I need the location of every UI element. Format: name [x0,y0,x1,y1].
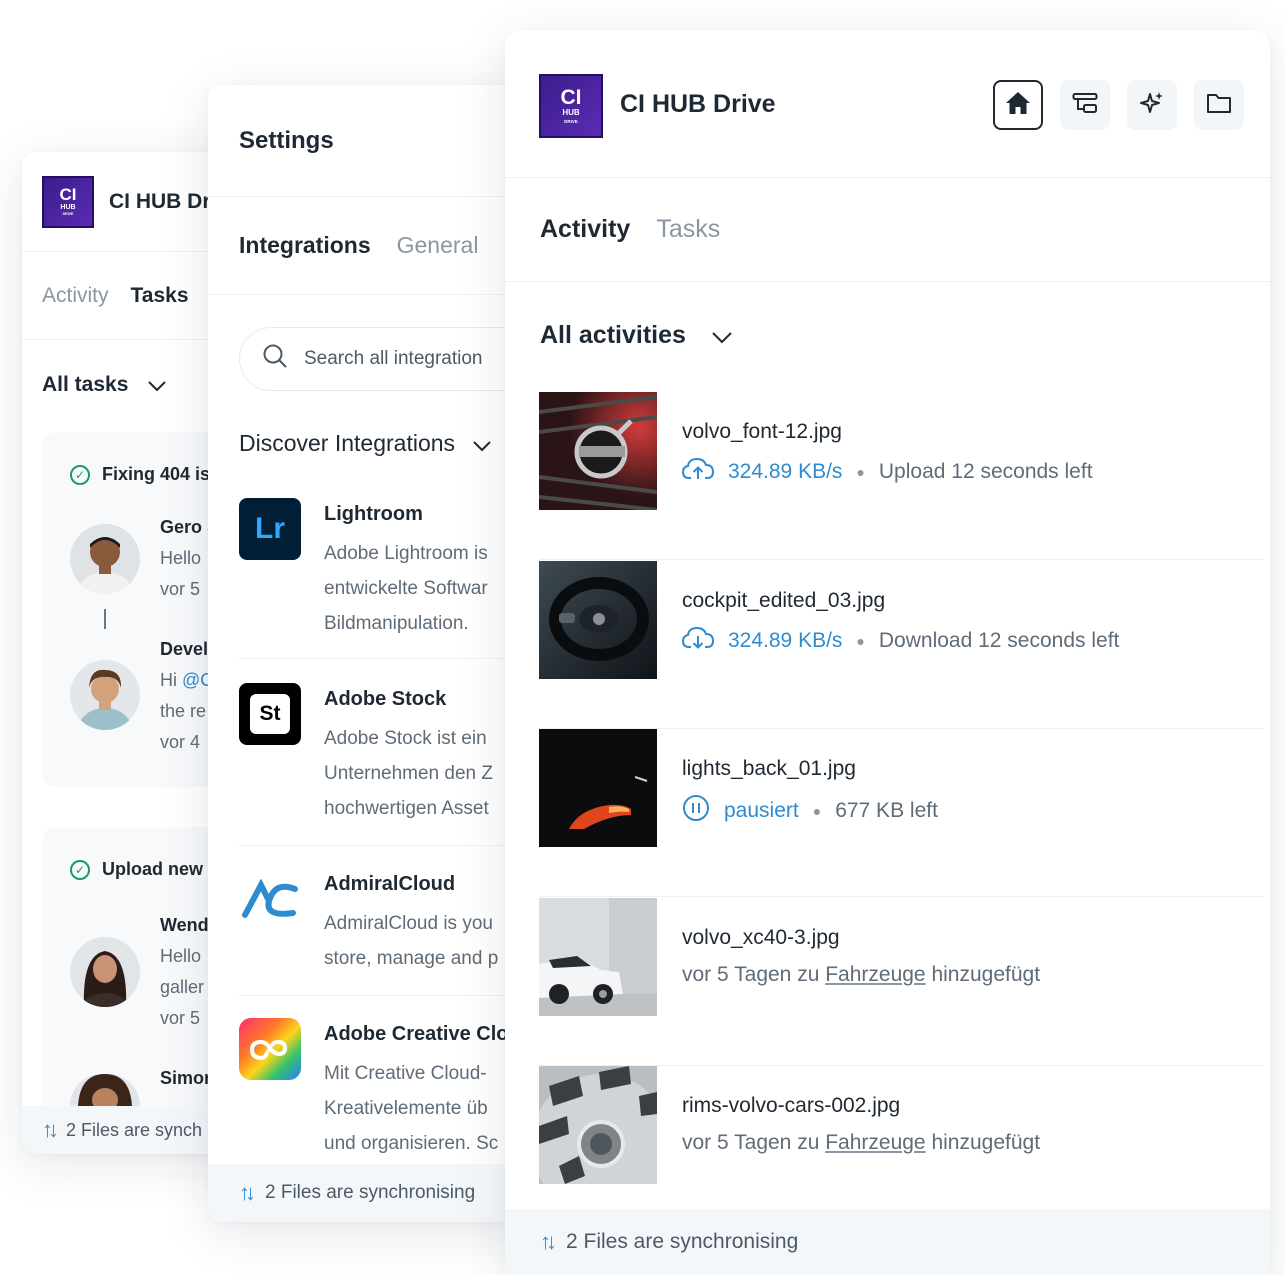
integration-item-creative-cloud[interactable]: Adobe Creative Clo Mit Creative Cloud- K… [239,1018,528,1168]
tab-tasks[interactable]: Tasks [656,215,720,244]
collection-link[interactable]: Fahrzeuge [825,963,925,987]
sync-status-bar[interactable]: ↑↓ 2 Files are synchronising [505,1209,1270,1275]
app-title: CI HUB Dr [109,189,211,213]
home-icon [1005,91,1031,120]
admiralcloud-icon [239,868,301,930]
task-title: ✓ Fixing 404 is [70,464,210,485]
tab-activity[interactable]: Activity [42,284,109,308]
comment: Wend Hello galler vor 5 [160,915,209,1028]
task-title: ✓ Upload new [70,859,203,880]
chevron-down-icon [712,321,732,350]
task-filter-label: All tasks [42,373,129,396]
sync-arrows-icon: ↑↓ [540,1229,557,1254]
sync-arrows-icon: ↑↓ [239,1180,256,1205]
divider [239,658,528,659]
file-thumbnail [539,729,657,847]
cloud-upload-icon [681,457,715,487]
transfer-speed: 324.89 KB/s [728,629,843,652]
folder-button[interactable] [1194,80,1244,130]
settings-tabs: Integrations General [208,197,528,295]
transfer-status: pausiert ● 677 KB left [682,794,938,828]
settings-panel: Settings Integrations General Search all… [208,85,528,1222]
chevron-down-icon [148,373,167,397]
avatar [70,660,140,730]
transfer-detail: 677 KB left [835,799,938,822]
tab-activity[interactable]: Activity [540,215,630,244]
tab-integrations[interactable]: Integrations [239,232,371,259]
drive-panel-tabs: Activity Tasks [505,178,1270,282]
transfer-speed: 324.89 KB/s [728,460,843,483]
activity-filter-dropdown[interactable]: All activities [540,321,732,350]
creative-cloud-icon [239,1018,301,1080]
ai-button[interactable] [1127,80,1177,130]
file-thumbnail [539,898,657,1016]
search-icon [262,343,288,375]
file-name: rims-volvo-cars-002.jpg [682,1094,901,1117]
adobe-stock-icon: St [239,683,301,745]
search-input[interactable]: Search all integration [239,327,528,391]
file-thumbnail [539,561,657,679]
cloud-download-icon [681,626,715,656]
avatar [70,524,140,594]
comment: Simor [160,1068,212,1088]
collection-link[interactable]: Fahrzeuge [825,1131,925,1155]
integration-item-admiralcloud[interactable]: AdmiralCloud AdmiralCloud is you store, … [239,868,528,978]
sync-arrows-icon: ↑↓ [42,1117,59,1142]
ci-hub-logo: CI HUB DRIVE [42,175,94,228]
sync-status-bar[interactable]: ↑↓ 2 Files are synchronising [208,1164,528,1222]
drive-panel: CI HUB DRIVE CI HUB Drive Activity Tasks… [505,30,1270,1275]
transfer-status: 324.89 KB/s ● Download 12 seconds left [681,626,1120,656]
divider [239,995,528,996]
activity-item[interactable]: volvo_font-12.jpg 324.89 KB/s ● Upload 1… [539,392,1264,560]
integration-item-lightroom[interactable]: Lr Lightroom Adobe Lightroom is entwicke… [239,498,528,648]
check-circle-icon: ✓ [70,859,90,880]
file-name: lights_back_01.jpg [682,757,856,780]
transfer-state: pausiert [724,799,799,822]
settings-title: Settings [208,85,528,197]
file-thumbnail [539,392,657,510]
ci-hub-logo: CI HUB DRIVE [539,74,603,138]
integration-item-adobe-stock[interactable]: St Adobe Stock Adobe Stock ist ein Unter… [239,683,528,833]
added-to-collection: vor 5 Tagen zu Fahrzeuge hinzugefügt [682,1131,1041,1155]
file-name: cockpit_edited_03.jpg [682,589,886,612]
activity-item[interactable]: cockpit_edited_03.jpg 324.89 KB/s ● Down… [539,561,1264,729]
divider [239,845,528,846]
file-thumbnail [539,1066,657,1184]
comment: Devel Hi @C the re vor 4 [160,639,214,752]
folder-icon [1206,92,1232,119]
app-title: CI HUB Drive [620,90,776,118]
home-button[interactable] [993,80,1043,130]
tab-tasks[interactable]: Tasks [131,284,189,308]
transfer-detail: Download 12 seconds left [878,629,1120,652]
filter-icon [1072,92,1098,119]
filter-button[interactable] [1060,80,1110,130]
discover-integrations-dropdown[interactable]: Discover Integrations [239,430,491,457]
file-name: volvo_font-12.jpg [682,420,842,443]
check-circle-icon: ✓ [70,464,90,485]
transfer-status: 324.89 KB/s ● Upload 12 seconds left [681,457,1093,487]
activity-item[interactable]: lights_back_01.jpg pausiert ● 677 KB lef… [539,729,1264,897]
search-placeholder: Search all integration [304,348,483,369]
avatar [70,937,140,1007]
tab-general[interactable]: General [397,232,479,259]
drive-panel-header: CI HUB DRIVE CI HUB Drive [505,30,1270,178]
pause-icon[interactable] [682,794,710,828]
chevron-down-icon [473,430,491,457]
lightroom-icon: Lr [239,498,301,560]
file-name: volvo_xc40-3.jpg [682,926,840,949]
transfer-detail: Upload 12 seconds left [878,460,1093,483]
activity-item[interactable]: volvo_xc40-3.jpg vor 5 Tagen zu Fahrzeug… [539,898,1264,1066]
sparkle-icon [1139,90,1165,121]
added-to-collection: vor 5 Tagen zu Fahrzeuge hinzugefügt [682,963,1041,987]
thread-connector [104,609,106,629]
